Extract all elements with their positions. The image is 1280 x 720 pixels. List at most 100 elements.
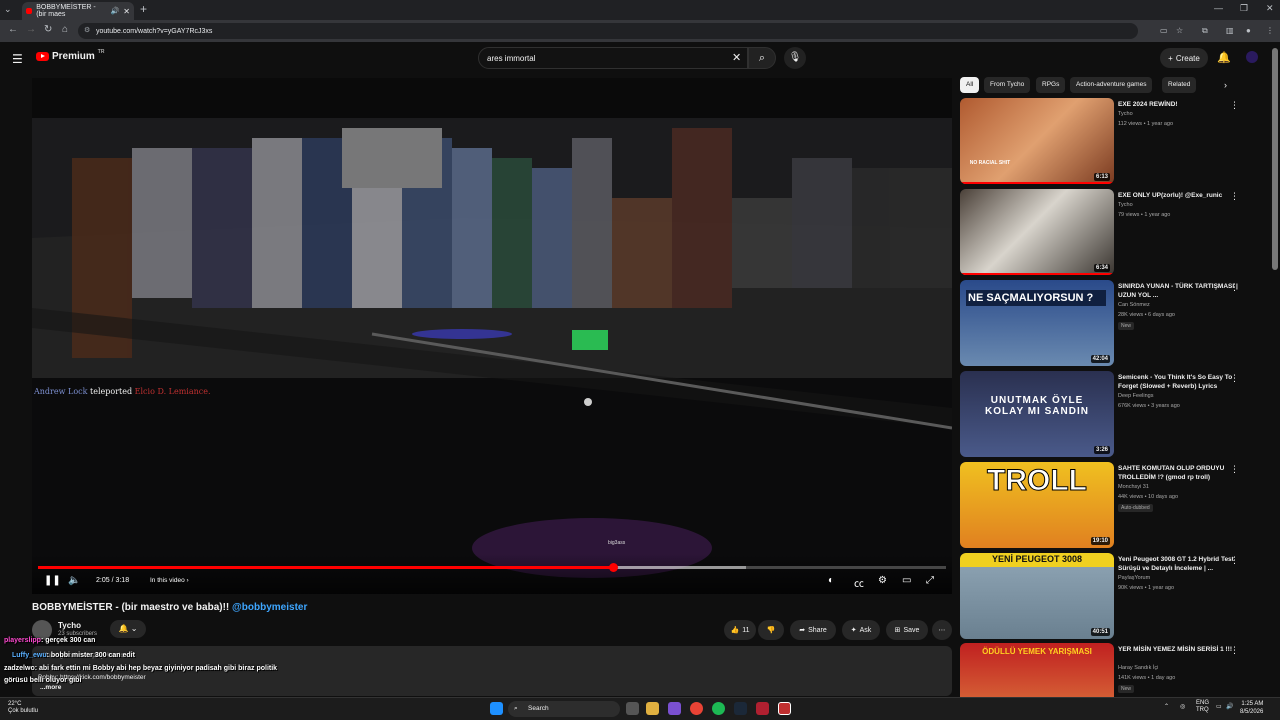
browser-menu-icon[interactable]: ⋮ <box>1266 26 1274 35</box>
language-indicator[interactable]: ENG TRQ <box>1196 700 1209 714</box>
dislike-button[interactable]: 👎 <box>758 620 784 640</box>
maximize-icon[interactable]: ❐ <box>1240 3 1248 14</box>
task-view-icon[interactable] <box>626 702 639 715</box>
weather-condition: Çok bulutlu <box>8 708 39 714</box>
app-icon[interactable] <box>756 702 769 715</box>
video-thumbnail[interactable]: 6:34 <box>960 189 1114 275</box>
recommendation-item[interactable]: 6:34 EXE ONLY UP(zorlu)! @Exe_runic Tych… <box>960 189 1260 277</box>
subscription-bell-button[interactable]: 🔔 ⌄ <box>110 620 146 638</box>
more-options-icon[interactable]: ⋮ <box>1230 373 1239 384</box>
network-icon[interactable]: ▭ <box>1216 703 1222 710</box>
progress-scrubber[interactable] <box>608 563 618 572</box>
more-actions-button[interactable]: ⋯ <box>932 620 952 640</box>
discord-icon[interactable] <box>668 702 681 715</box>
page-scrollbar[interactable] <box>1272 48 1278 270</box>
video-thumbnail[interactable]: YENİ PEUGEOT 3008 40:51 <box>960 553 1114 639</box>
voice-search-button[interactable]: 🎙 <box>784 47 806 69</box>
save-button[interactable]: ⊞ Save <box>886 620 928 640</box>
menu-icon[interactable]: ☰ <box>12 52 23 66</box>
youtube-logo[interactable]: Premium TR <box>36 49 104 62</box>
video-duration: 19:10 <box>1090 537 1110 545</box>
fullscreen-icon[interactable]: ⤢ <box>926 575 934 586</box>
account-avatar[interactable] <box>1246 51 1258 63</box>
description-more-link[interactable]: ...more <box>40 684 61 691</box>
more-options-icon[interactable]: ⋮ <box>1230 464 1239 475</box>
search-input[interactable]: ares immortal <box>478 47 748 69</box>
more-options-icon[interactable]: ⋮ <box>1230 555 1239 566</box>
file-explorer-icon[interactable] <box>646 702 659 715</box>
chevron-right-icon[interactable]: › <box>1224 80 1227 90</box>
video-title: BOBBYMEİSTER - (bir maestro ve baba)!! @… <box>32 602 307 613</box>
taskbar-search[interactable]: ⌕ Search <box>508 701 620 717</box>
search-button[interactable]: ⌕ <box>748 47 776 69</box>
chip-from-channel[interactable]: From Tycho <box>984 77 1031 93</box>
home-icon[interactable]: ⌂ <box>62 24 68 35</box>
speaker-icon[interactable]: 🔊 <box>1226 703 1233 710</box>
video-thumbnail[interactable]: NO RACIAL SHIT 6:13 <box>960 98 1114 184</box>
recommendation-item[interactable]: YENİ PEUGEOT 3008 40:51 Yeni Peugeot 300… <box>960 553 1260 641</box>
captions-icon[interactable]: ㏄ <box>854 575 864 590</box>
video-thumbnail[interactable]: TROLL 19:10 <box>960 462 1114 548</box>
video-thumbnail[interactable]: NE SAÇMALIYORSUN ? 42:04 <box>960 280 1114 366</box>
more-options-icon[interactable]: ⋮ <box>1230 191 1239 202</box>
pause-icon[interactable]: ❚❚ <box>44 575 61 586</box>
chip-action-adventure[interactable]: Action-adventure games <box>1070 77 1153 93</box>
in-this-video-button[interactable]: In this video › <box>150 577 189 584</box>
temperature: 22°C <box>8 701 22 707</box>
create-button[interactable]: + Create <box>1160 48 1208 68</box>
system-clock[interactable]: 1:25 AM 8/5/2026 <box>1240 700 1263 716</box>
cast-icon[interactable]: ▭ <box>1160 26 1168 35</box>
notifications-bell-icon[interactable]: 🔔 <box>1217 51 1231 64</box>
chip-rpgs[interactable]: RPGs <box>1036 77 1066 93</box>
steam-icon[interactable] <box>734 702 747 715</box>
autoplay-toggle-icon[interactable]: ◐ <box>828 575 834 586</box>
spotify-icon[interactable] <box>712 702 725 715</box>
chip-all[interactable]: All <box>960 77 980 93</box>
video-player[interactable]: big3ass Andrew Lock teleported Elcio D. … <box>32 78 952 594</box>
tab-close-icon[interactable]: ✕ <box>123 7 130 16</box>
settings-gear-icon[interactable]: ⚙ <box>878 575 887 586</box>
like-button[interactable]: 👍 11 <box>724 620 756 640</box>
forward-icon[interactable]: → <box>26 24 36 35</box>
windows-start-icon[interactable] <box>490 702 503 715</box>
share-button[interactable]: ➦ Share <box>790 620 836 640</box>
weather-widget[interactable]: 22°C Çok bulutlu <box>8 701 38 715</box>
tray-app-icon[interactable]: ◎ <box>1180 703 1185 710</box>
ask-button[interactable]: ✦ Ask <box>842 620 880 640</box>
miniplayer-icon[interactable]: ▭ <box>902 575 911 586</box>
mention-link[interactable]: @bobbymeister <box>232 602 307 613</box>
video-thumbnail[interactable]: UNUTMAK ÖYLE KOLAY MI SANDIN 3:26 <box>960 371 1114 457</box>
recorder-icon[interactable] <box>778 702 791 715</box>
recommendation-item[interactable]: UNUTMAK ÖYLE KOLAY MI SANDIN 3:26 Semice… <box>960 371 1260 459</box>
extensions-icon[interactable]: ⧉ <box>1202 26 1208 36</box>
more-options-icon[interactable]: ⋮ <box>1230 645 1239 656</box>
channel-name[interactable]: Tycho <box>58 621 81 630</box>
tray-chevron-icon[interactable]: ⌃ <box>1164 703 1169 710</box>
watched-progress <box>960 182 1114 184</box>
profile-icon[interactable]: ● <box>1246 26 1251 35</box>
more-options-icon[interactable]: ⋮ <box>1230 100 1239 111</box>
progress-bar[interactable] <box>38 563 946 572</box>
browser-tabstrip: ⌄ BOBBYMEİSTER - (bir maes 🔊 ✕ + — ❐ ✕ <box>0 0 1280 20</box>
recommendation-item[interactable]: NO RACIAL SHIT 6:13 EXE 2024 REWİND! Tyc… <box>960 98 1260 186</box>
reload-icon[interactable]: ↻ <box>44 24 52 35</box>
chrome-icon[interactable] <box>690 702 703 715</box>
bookmark-star-icon[interactable]: ☆ <box>1176 26 1183 35</box>
volume-icon[interactable]: 🔈 <box>68 575 80 586</box>
recommendation-item[interactable]: NE SAÇMALIYORSUN ? 42:04 SINIRDA YUNAN -… <box>960 280 1260 368</box>
clear-search-icon[interactable]: ✕ <box>732 51 741 64</box>
video-thumbnail[interactable]: ÖDÜLLÜ YEMEK YARIŞMASI <box>960 643 1114 697</box>
more-options-icon[interactable]: ⋮ <box>1230 282 1239 293</box>
tab-list-icon[interactable]: ⌄ <box>4 4 12 15</box>
site-info-icon[interactable]: ⚙ <box>84 26 90 34</box>
browser-tab-active[interactable]: BOBBYMEİSTER - (bir maes 🔊 ✕ <box>22 2 134 20</box>
window-close-icon[interactable]: ✕ <box>1266 3 1274 14</box>
new-tab-icon[interactable]: + <box>140 2 147 16</box>
sidebar-icon[interactable]: ▥ <box>1226 26 1234 35</box>
back-icon[interactable]: ← <box>8 24 18 35</box>
minimize-icon[interactable]: — <box>1214 3 1223 13</box>
chip-related[interactable]: Related <box>1162 77 1197 93</box>
recommendation-item[interactable]: ÖDÜLLÜ YEMEK YARIŞMASI YER MİSİN YEMEZ M… <box>960 643 1260 697</box>
recommendation-item[interactable]: TROLL 19:10 SAHTE KOMUTAN OLUP ORDUYU TR… <box>960 462 1260 550</box>
address-bar[interactable]: ⚙ youtube.com/watch?v=yGAY7RcJ3xs <box>78 23 1138 39</box>
